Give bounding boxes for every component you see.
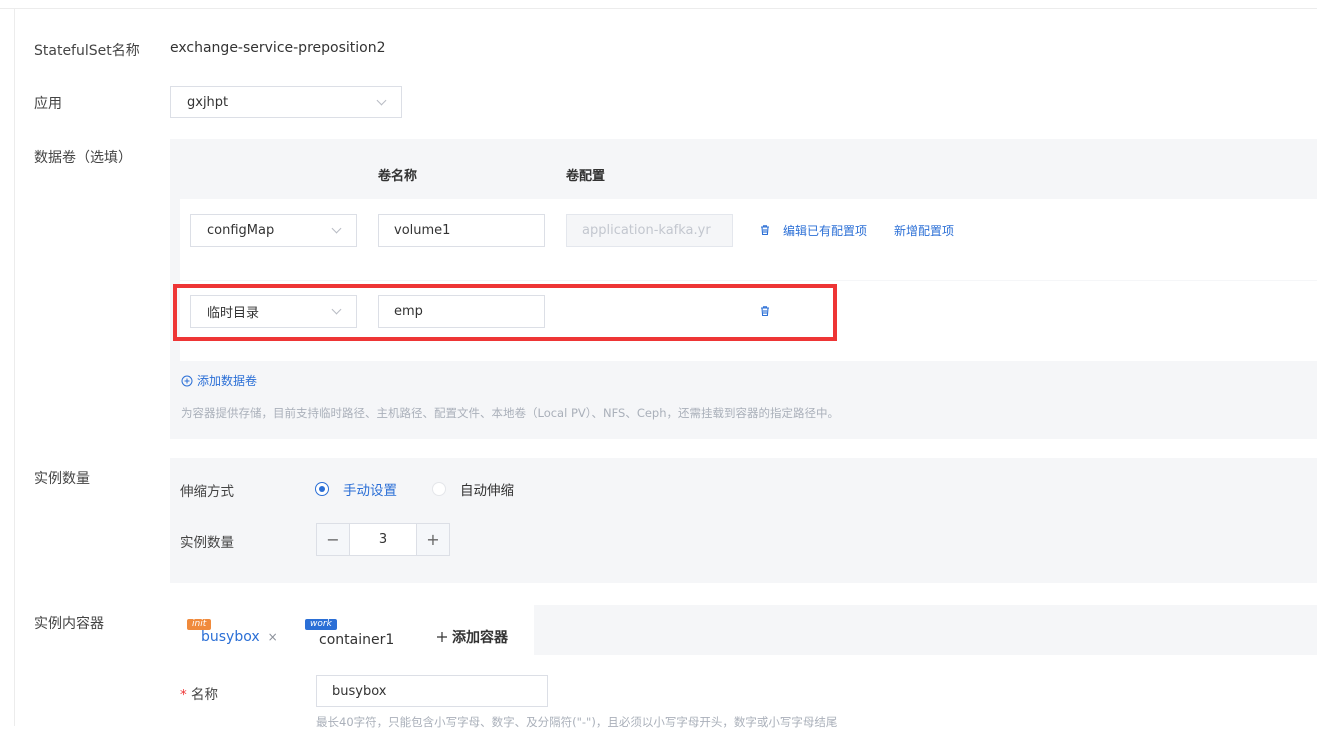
radio-checked-icon xyxy=(315,482,329,496)
chevron-down-icon xyxy=(376,95,387,105)
volume-name-input[interactable]: volume1 xyxy=(378,214,545,247)
add-container-button[interactable]: 添加容器 xyxy=(436,627,508,647)
manual-scaling-label: 手动设置 xyxy=(343,483,397,499)
replicas-label: 实例数量 xyxy=(34,471,90,487)
tab-busybox-label: busybox xyxy=(201,629,260,645)
container-name-label-text: 名称 xyxy=(191,687,219,703)
container-name-input[interactable]: busybox xyxy=(316,675,548,707)
volume-type-select[interactable]: configMap xyxy=(190,214,357,247)
app-select[interactable]: gxjhpt xyxy=(170,86,402,118)
increment-button[interactable]: + xyxy=(417,524,449,555)
manual-scaling-radio[interactable]: 手动设置 xyxy=(315,479,397,499)
instance-count-stepper: − 3 + xyxy=(316,523,450,556)
container-name-label: * 名称 xyxy=(180,683,218,703)
highlight-annotation xyxy=(173,284,837,341)
add-config-link[interactable]: 新增配置项 xyxy=(894,222,954,239)
volume-type-value: configMap xyxy=(207,223,275,238)
instance-count-value[interactable]: 3 xyxy=(349,524,417,555)
add-volume-label: 添加数据卷 xyxy=(197,374,258,388)
volume-config-header: 卷配置 xyxy=(566,169,606,184)
container-name-help: 最长40字符，只能包含小写字母、数字、及分隔符("-")，且必须以小写字母开头，… xyxy=(316,715,838,729)
volumes-help-text: 为容器提供存储，目前支持临时路径、主机路径、配置文件、本地卷（Local PV）… xyxy=(181,406,840,420)
add-container-label: 添加容器 xyxy=(452,630,508,646)
instance-count-label: 实例数量 xyxy=(180,535,234,551)
plus-circle-icon xyxy=(181,375,193,386)
replicas-panel xyxy=(170,458,1317,583)
scaling-mode-label: 伸缩方式 xyxy=(180,484,234,500)
volume-config-input: application-kafka.yr xyxy=(566,214,733,247)
statefulset-name-value: exchange-service-preposition2 xyxy=(170,40,386,56)
volume-name-header: 卷名称 xyxy=(378,169,418,184)
volumes-label: 数据卷（选填） xyxy=(34,150,132,166)
tab-container1[interactable]: container1 xyxy=(319,629,394,648)
card-left-border xyxy=(14,9,15,726)
card-top-border xyxy=(0,8,1317,9)
app-label: 应用 xyxy=(34,96,62,112)
app-select-value: gxjhpt xyxy=(187,94,229,110)
containers-label: 实例内容器 xyxy=(34,616,104,632)
auto-scaling-label: 自动伸缩 xyxy=(460,483,514,499)
radio-unchecked-icon xyxy=(432,482,446,496)
add-volume-button[interactable]: 添加数据卷 xyxy=(181,372,257,389)
statefulset-name-label: StatefulSet名称 xyxy=(34,43,140,59)
plus-icon xyxy=(437,632,447,642)
edit-config-link[interactable]: 编辑已有配置项 xyxy=(783,222,867,239)
auto-scaling-radio[interactable]: 自动伸缩 xyxy=(432,479,514,499)
chevron-down-icon xyxy=(331,223,342,234)
decrement-button[interactable]: − xyxy=(317,524,349,555)
tab-container1-label: container1 xyxy=(319,632,395,648)
required-marker: * xyxy=(180,687,187,703)
close-icon[interactable]: × xyxy=(268,630,278,644)
trash-icon[interactable] xyxy=(759,224,771,236)
tab-busybox[interactable]: busybox × xyxy=(201,629,278,645)
